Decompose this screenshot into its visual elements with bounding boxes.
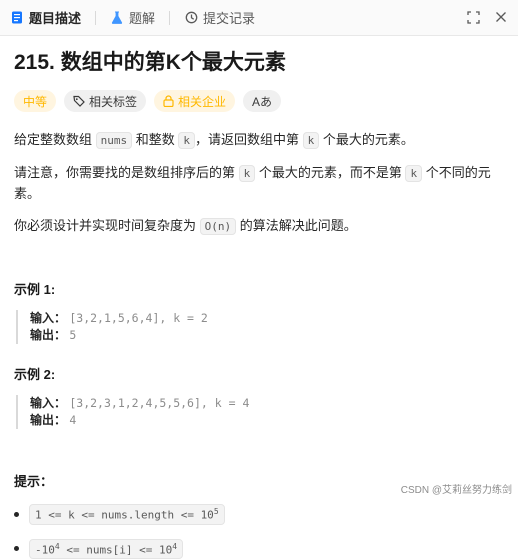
lock-icon: [163, 95, 174, 107]
text: 的算法解决此问题。: [236, 218, 357, 233]
example-1-block: 输入： [3,2,1,5,6,4], k = 2 输出： 5: [16, 310, 504, 344]
bullet: [14, 511, 19, 517]
example-2-input: 输入： [3,2,3,1,2,4,5,5,6], k = 4: [30, 395, 504, 412]
text: <= nums[i] <= 10: [59, 543, 173, 557]
input-value: [3,2,1,5,6,4], k = 2: [69, 311, 208, 325]
tag-icon: [73, 95, 85, 107]
inline-code: k: [302, 132, 320, 149]
related-companies-button[interactable]: 相关企业: [154, 90, 236, 112]
page-title: 215. 数组中的第K个最大元素: [14, 51, 286, 74]
hint-item-1: 1 <= k <= nums.length <= 105: [14, 504, 504, 525]
inline-code: k: [178, 132, 195, 149]
example-1-output: 输出： 5: [30, 327, 504, 344]
text: 个最大的元素。: [319, 132, 414, 147]
output-label: 输出：: [30, 328, 67, 342]
font-toggle-button[interactable]: Aあ: [243, 90, 282, 112]
tab-label: 提交记录: [203, 11, 256, 26]
watermark: CSDN @艾莉丝努力练剑: [400, 485, 512, 496]
example-1-input: 输入： [3,2,1,5,6,4], k = 2: [30, 310, 504, 327]
output-value: 5: [69, 328, 77, 342]
example-2-title: 示例 2:: [14, 367, 56, 382]
inline-code: k: [405, 165, 423, 182]
doc-icon: [10, 11, 24, 25]
tab-label: 题解: [129, 11, 156, 26]
bullet: [14, 546, 19, 552]
description-paragraph-1: 给定整数数组 nums 和整数 k ，请返回数组中第 k 个最大的元素。: [14, 130, 504, 151]
difficulty-badge: 中等: [14, 90, 57, 112]
inline-code: nums: [95, 132, 133, 149]
related-tags-button[interactable]: 相关标签: [64, 90, 147, 112]
tab-bar: 题目描述 题解 提交记录: [0, 0, 518, 36]
tab-solutions[interactable]: 题解: [110, 8, 155, 27]
inline-code: O(n): [199, 218, 237, 235]
text: 个最大的元素，而不是第: [255, 165, 406, 180]
exponent: 4: [172, 541, 178, 551]
description-paragraph-3: 你必须设计并实现时间复杂度为 O(n) 的算法解决此问题。: [14, 216, 504, 237]
tag-row: 中等 相关标签 相关企业 Aあ: [14, 90, 504, 112]
input-label: 输入：: [30, 396, 67, 410]
text: ，请返回数组中第: [194, 132, 303, 147]
flask-icon: [110, 11, 124, 25]
text: 和整数: [132, 132, 179, 147]
close-icon[interactable]: [494, 10, 508, 24]
text: -10: [35, 543, 55, 557]
fullscreen-icon[interactable]: [466, 10, 480, 24]
tab-divider: [169, 10, 171, 25]
tab-label: 题目描述: [29, 11, 82, 26]
text: 你必须设计并实现时间复杂度为: [14, 218, 200, 233]
example-1-title: 示例 1:: [14, 282, 56, 297]
exponent: 5: [213, 507, 219, 516]
input-value: [3,2,3,1,2,4,5,5,6], k = 4: [69, 396, 250, 410]
description-paragraph-2: 请注意，你需要找的是数组排序后的第 k 个最大的元素，而不是第 k 个不同的元素…: [14, 163, 504, 204]
related-companies-label: 相关企业: [178, 94, 227, 109]
constraint-code: -104 <= nums[i] <= 104: [29, 538, 184, 559]
text: 请注意，你需要找的是数组排序后的第: [14, 165, 239, 180]
hint-item-2: -104 <= nums[i] <= 104: [14, 538, 504, 559]
tab-divider: [95, 10, 97, 25]
history-icon: [184, 11, 198, 25]
tab-description[interactable]: 题目描述: [10, 8, 81, 27]
related-tags-label: 相关标签: [89, 94, 138, 109]
example-2-output: 输出： 4: [30, 412, 504, 429]
input-label: 输入：: [30, 311, 67, 325]
tab-submissions[interactable]: 提交记录: [184, 8, 255, 27]
inline-code: k: [238, 165, 256, 182]
text: 1 <= k <= nums.length <= 10: [35, 508, 214, 522]
example-2-block: 输入： [3,2,3,1,2,4,5,5,6], k = 4 输出： 4: [16, 395, 504, 429]
output-value: 4: [69, 413, 77, 427]
text: 给定整数数组: [14, 132, 96, 147]
constraint-code: 1 <= k <= nums.length <= 105: [29, 504, 225, 525]
window-controls: [466, 10, 508, 24]
output-label: 输出：: [30, 413, 67, 427]
